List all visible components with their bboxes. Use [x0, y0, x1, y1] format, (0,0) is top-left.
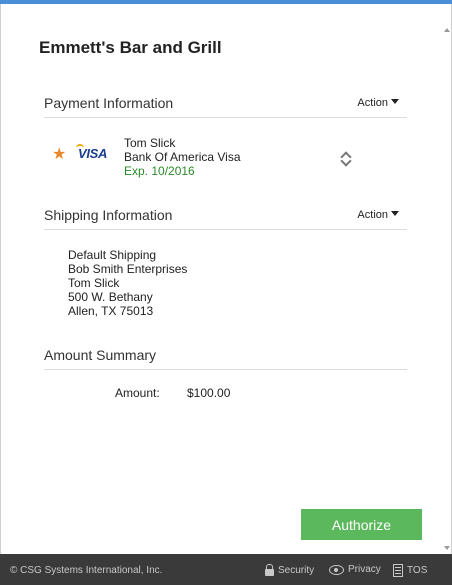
tos-link[interactable]: TOS	[393, 564, 427, 577]
lock-icon	[265, 564, 274, 576]
privacy-link[interactable]: Privacy	[329, 564, 381, 575]
scrollbar[interactable]	[442, 4, 451, 553]
payment-action-label: Action	[357, 97, 388, 109]
star-icon: ★	[52, 146, 67, 163]
card-holder-name: Tom Slick	[124, 136, 176, 150]
address-company: Bob Smith Enterprises	[68, 262, 188, 276]
card-bank: Bank Of America Visa	[124, 150, 241, 164]
security-link[interactable]: Security	[265, 564, 314, 576]
visa-logo: VISA	[76, 144, 108, 161]
payment-section-title: Payment Information	[44, 95, 174, 111]
document-icon	[393, 564, 403, 577]
shipping-divider	[44, 229, 407, 230]
address-city-state-zip: Allen, TX 75013	[68, 304, 154, 318]
address-label: Default Shipping	[68, 248, 157, 262]
merchant-title: Emmett's Bar and Grill	[39, 38, 222, 57]
copyright-text: © CSG Systems International, Inc.	[10, 565, 163, 576]
security-label: Security	[278, 564, 315, 576]
authorize-button[interactable]: Authorize	[301, 509, 422, 540]
amount-label: Amount:	[115, 386, 160, 400]
caret-down-icon	[391, 211, 399, 216]
card-expiry: Exp. 10/2016	[124, 164, 195, 178]
privacy-label: Privacy	[348, 564, 381, 575]
footer: © CSG Systems International, Inc. Securi…	[0, 554, 452, 585]
amount-divider	[44, 369, 407, 370]
card-selector-stepper[interactable]	[340, 150, 352, 167]
payment-action-button[interactable]: Action	[357, 97, 399, 109]
shipping-action-label: Action	[357, 209, 388, 221]
caret-down-icon	[391, 99, 399, 104]
amount-section-title: Amount Summary	[44, 347, 157, 363]
eye-icon	[329, 564, 344, 575]
top-accent-bar	[0, 0, 452, 4]
shipping-section-title: Shipping Information	[44, 207, 173, 223]
amount-value: $100.00	[187, 386, 231, 400]
scroll-down-arrow-icon[interactable]	[444, 546, 450, 550]
tos-label: TOS	[407, 565, 428, 576]
payment-divider	[44, 117, 407, 118]
address-street: 500 W. Bethany	[68, 290, 153, 304]
shipping-action-button[interactable]: Action	[357, 209, 399, 221]
scroll-up-arrow-icon[interactable]	[444, 28, 450, 32]
address-name: Tom Slick	[68, 276, 120, 290]
